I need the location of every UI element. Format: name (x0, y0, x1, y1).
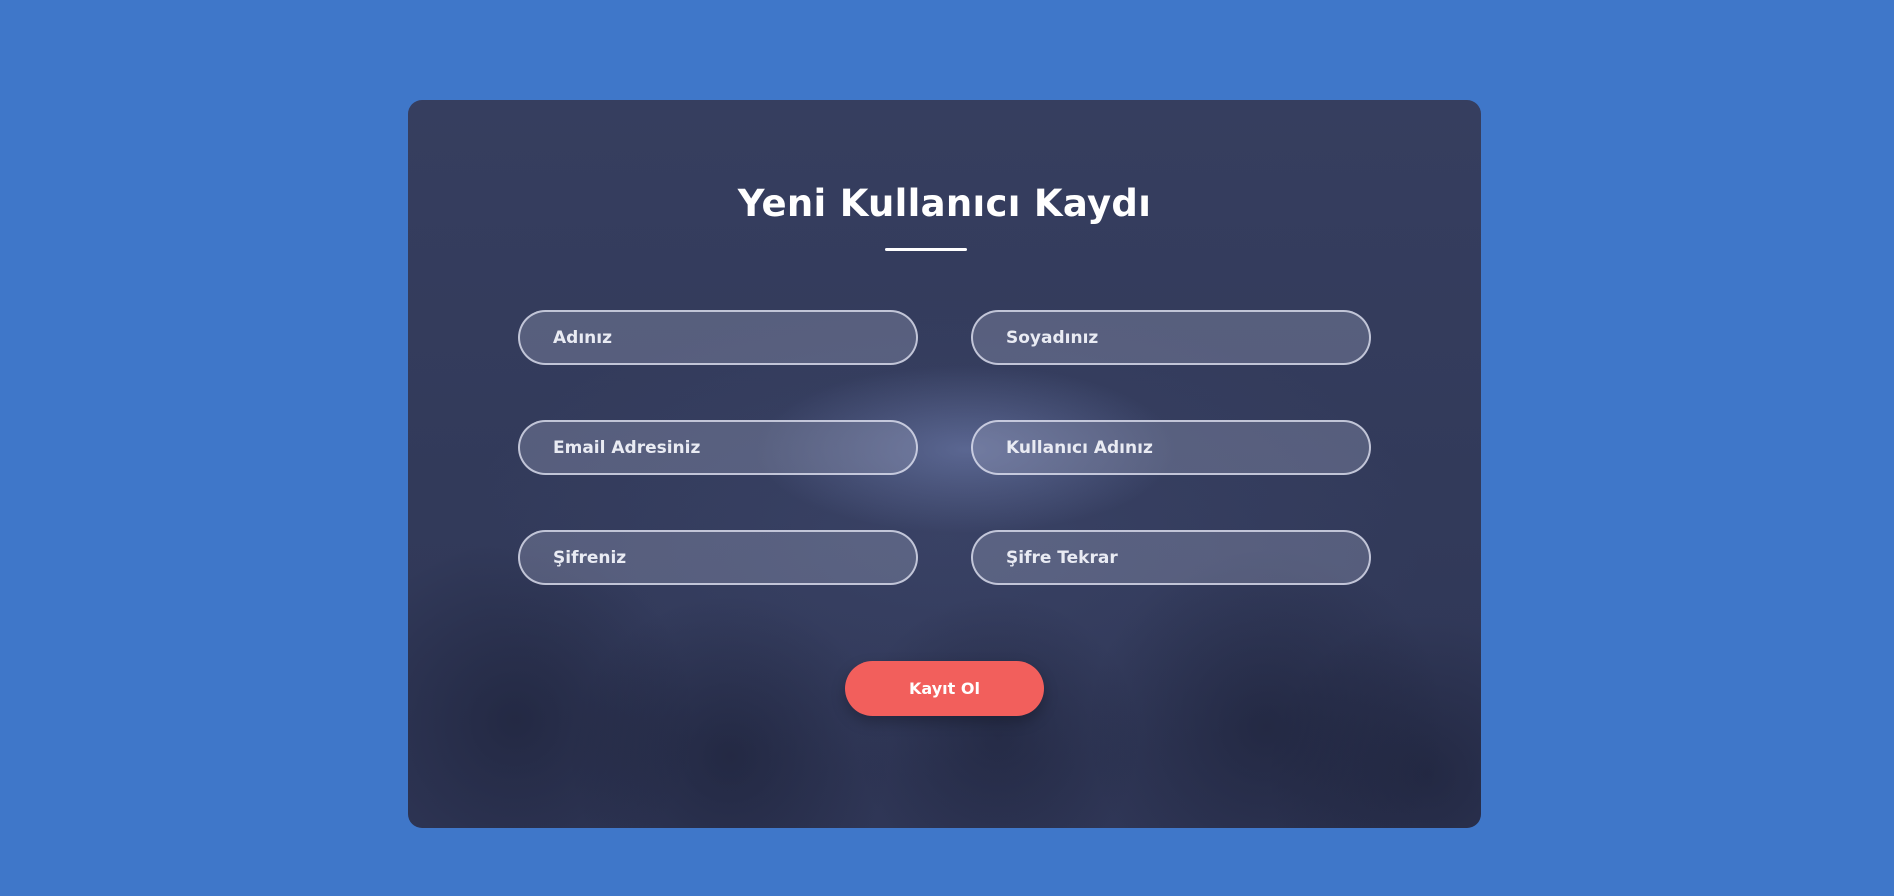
title-underline (885, 248, 967, 251)
last-name-input[interactable] (971, 310, 1371, 365)
email-input[interactable] (518, 420, 918, 475)
password-input[interactable] (518, 530, 918, 585)
username-input[interactable] (971, 420, 1371, 475)
password-repeat-input[interactable] (971, 530, 1371, 585)
first-name-input[interactable] (518, 310, 918, 365)
registration-card: Yeni Kullanıcı Kaydı Kayıt Ol (408, 100, 1481, 828)
register-button[interactable]: Kayıt Ol (845, 661, 1044, 716)
form-title: Yeni Kullanıcı Kaydı (737, 182, 1152, 225)
concert-background-image (408, 468, 1481, 828)
